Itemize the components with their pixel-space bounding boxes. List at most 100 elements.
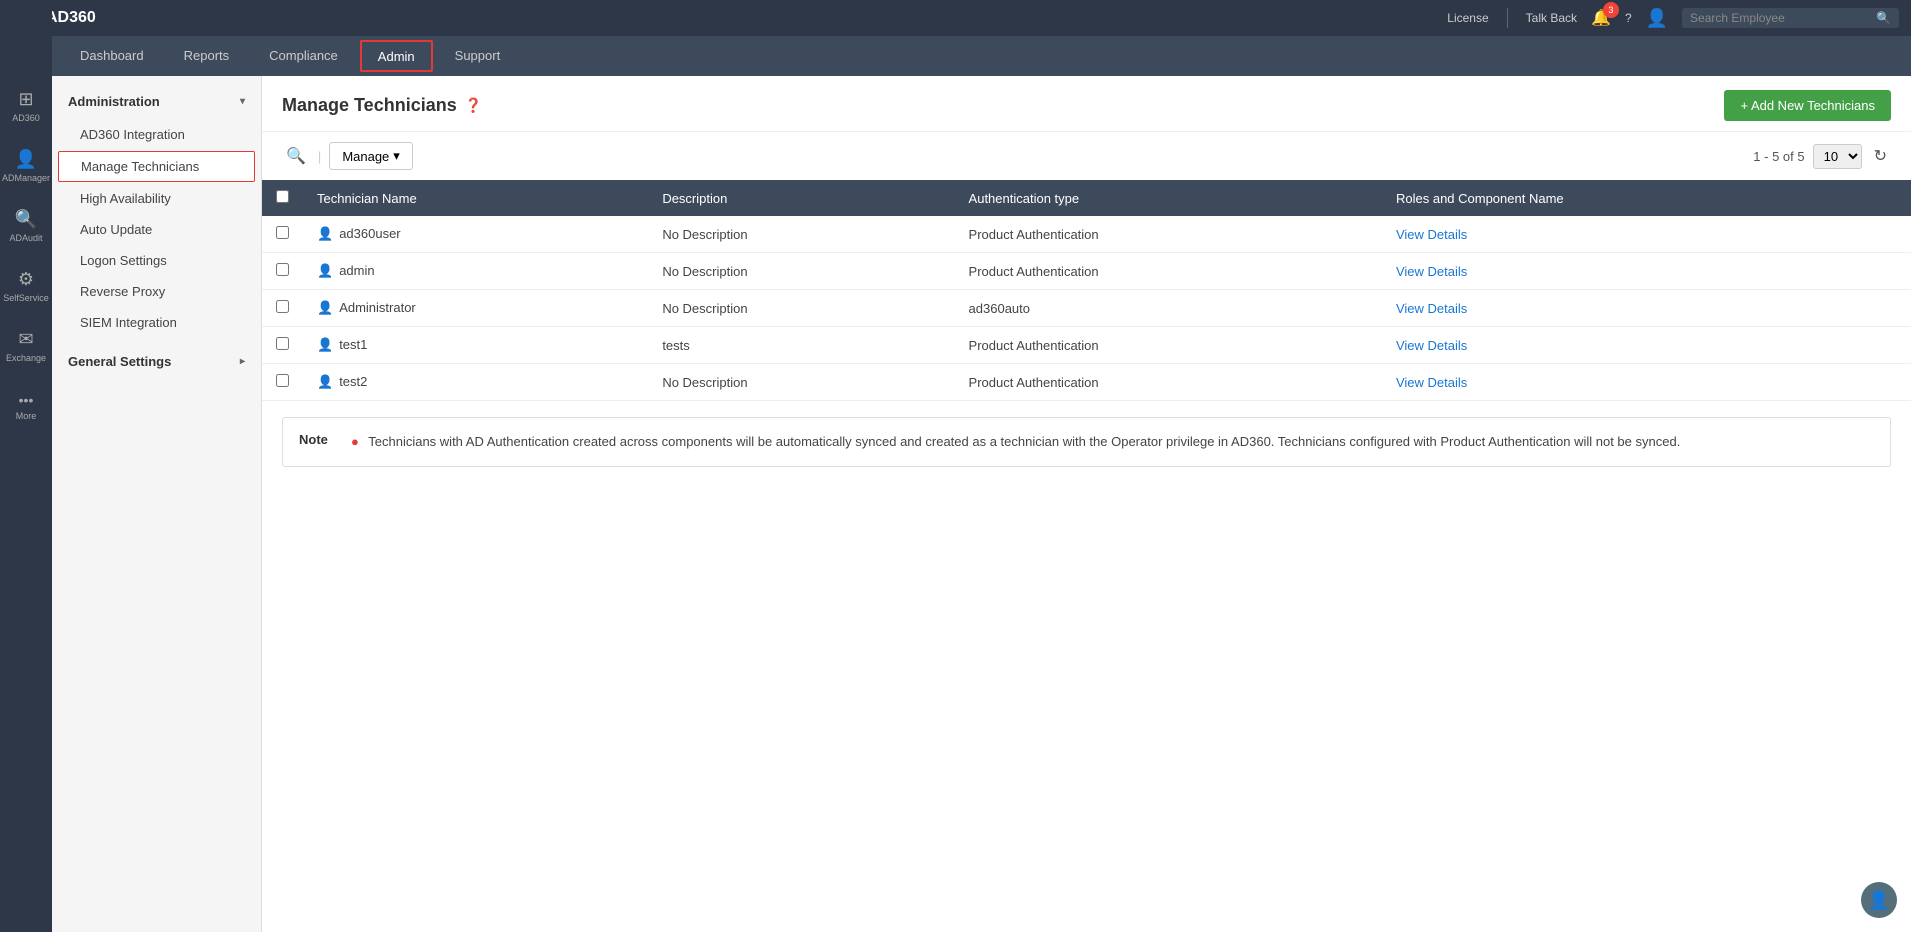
row-view-details[interactable]: View Details <box>1382 216 1911 253</box>
row-checkbox[interactable] <box>276 226 289 239</box>
table-search-button[interactable]: 🔍 <box>282 142 310 170</box>
row-description: No Description <box>648 253 954 290</box>
refresh-button[interactable]: ↻ <box>1870 142 1891 170</box>
technicians-table: Technician Name Description Authenticati… <box>262 180 1911 401</box>
magnify-icon: 🔍 <box>15 209 37 230</box>
row-auth-type: Product Authentication <box>955 327 1382 364</box>
toolbar-left: 🔍 | Manage ▾ <box>282 142 413 170</box>
section-administration[interactable]: Administration ▾ <box>52 84 261 119</box>
sidebar-icons: ⊞ AD360 👤 ADManager 🔍 ADAudit ⚙ SelfServ… <box>0 0 52 932</box>
left-nav-item-logon-settings[interactable]: Logon Settings <box>52 245 261 276</box>
sidebar-icon-label-exchange: Exchange <box>6 353 46 363</box>
sidebar-icon-label-admanager: ADManager <box>2 173 50 183</box>
sidebar-icon-ad360[interactable]: ⊞ AD360 <box>0 76 52 136</box>
view-details-link[interactable]: View Details <box>1396 375 1467 390</box>
left-nav-item-high-availability[interactable]: High Availability <box>52 183 261 214</box>
user-person-icon: 👤 <box>317 263 333 278</box>
left-nav-item-auto-update[interactable]: Auto Update <box>52 214 261 245</box>
grid-icon: ⊞ <box>18 89 33 110</box>
sidebar-icon-label-more: More <box>16 411 37 421</box>
view-details-link[interactable]: View Details <box>1396 227 1467 242</box>
table-row: 👤Administrator No Description ad360auto … <box>262 290 1911 327</box>
user-avatar-icon[interactable]: 👤 <box>1646 8 1668 29</box>
section-general-settings-label: General Settings <box>68 354 171 369</box>
left-nav-item-siem-integration[interactable]: SIEM Integration <box>52 307 261 338</box>
row-checkbox[interactable] <box>276 337 289 350</box>
tab-reports[interactable]: Reports <box>164 36 250 76</box>
topbar: AD360 License Talk Back 🔔 3 ? 👤 🔍 <box>0 0 1911 36</box>
row-description: No Description <box>648 216 954 253</box>
row-view-details[interactable]: View Details <box>1382 253 1911 290</box>
row-description: tests <box>648 327 954 364</box>
select-all-checkbox[interactable] <box>276 190 289 203</box>
view-details-link[interactable]: View Details <box>1396 264 1467 279</box>
sidebar-icon-admanager[interactable]: 👤 ADManager <box>0 136 52 196</box>
sidebar-icon-label-adaudit: ADAudit <box>9 233 42 243</box>
per-page-select[interactable]: 10 25 50 <box>1813 144 1862 169</box>
tab-admin[interactable]: Admin <box>360 40 433 72</box>
gear-icon: ⚙ <box>18 269 34 290</box>
search-box: 🔍 <box>1682 8 1899 28</box>
row-auth-type: Product Authentication <box>955 364 1382 401</box>
note-text: Technicians with AD Authentication creat… <box>368 434 1680 449</box>
row-checkbox[interactable] <box>276 263 289 276</box>
manage-dropdown-button[interactable]: Manage ▾ <box>329 142 413 170</box>
user-person-icon: 👤 <box>317 337 333 352</box>
row-checkbox-cell <box>262 327 303 364</box>
logo-text: AD360 <box>46 9 96 27</box>
left-nav-item-manage-technicians[interactable]: Manage Technicians <box>58 151 255 182</box>
sidebar-icon-selfservice[interactable]: ⚙ SelfService <box>0 256 52 316</box>
user-person-icon: 👤 <box>317 374 333 389</box>
page-title: Manage Technicians <box>282 95 457 116</box>
search-input[interactable] <box>1690 11 1870 25</box>
left-nav-item-reverse-proxy[interactable]: Reverse Proxy <box>52 276 261 307</box>
pagination-info: 1 - 5 of 5 <box>1753 149 1804 164</box>
talkback-link[interactable]: Talk Back <box>1526 11 1577 25</box>
left-nav-item-ad360integration[interactable]: AD360 Integration <box>52 119 261 150</box>
help-circle-icon[interactable]: ❓ <box>465 97 482 114</box>
more-icon: ••• <box>19 392 34 408</box>
search-magnifier-icon: 🔍 <box>1876 11 1891 25</box>
section-general-settings[interactable]: General Settings ▸ <box>52 344 261 379</box>
chevron-right-icon: ▸ <box>240 356 245 367</box>
view-details-link[interactable]: View Details <box>1396 301 1467 316</box>
col-technician-name: Technician Name <box>303 180 648 216</box>
user-person-icon: 👤 <box>317 226 333 241</box>
tab-support[interactable]: Support <box>435 36 521 76</box>
table-row: 👤admin No Description Product Authentica… <box>262 253 1911 290</box>
row-checkbox[interactable] <box>276 374 289 387</box>
dropdown-arrow-icon: ▾ <box>393 148 400 164</box>
table-row: 👤test1 tests Product Authentication View… <box>262 327 1911 364</box>
sidebar-icon-adaudit[interactable]: 🔍 ADAudit <box>0 196 52 256</box>
notification-count: 3 <box>1603 2 1619 18</box>
bottom-user-avatar[interactable]: 👤 <box>1861 882 1897 918</box>
app-layout: Administration ▾ AD360 Integration Manag… <box>52 76 1911 932</box>
view-details-link[interactable]: View Details <box>1396 338 1467 353</box>
row-name: 👤ad360user <box>303 216 648 253</box>
navtabs: Dashboard Reports Compliance Admin Suppo… <box>0 36 1911 76</box>
row-checkbox[interactable] <box>276 300 289 313</box>
add-new-technicians-button[interactable]: + Add New Technicians <box>1724 90 1891 121</box>
help-icon[interactable]: ? <box>1625 11 1632 25</box>
row-name: 👤test1 <box>303 327 648 364</box>
tab-dashboard[interactable]: Dashboard <box>60 36 164 76</box>
section-administration-label: Administration <box>68 94 160 109</box>
row-auth-type: ad360auto <box>955 290 1382 327</box>
row-view-details[interactable]: View Details <box>1382 327 1911 364</box>
manage-label: Manage <box>342 149 389 164</box>
row-name: 👤admin <box>303 253 648 290</box>
row-checkbox-cell <box>262 290 303 327</box>
tab-compliance[interactable]: Compliance <box>249 36 358 76</box>
row-checkbox-cell <box>262 364 303 401</box>
license-link[interactable]: License <box>1447 11 1488 25</box>
row-view-details[interactable]: View Details <box>1382 290 1911 327</box>
person-icon: 👤 <box>15 149 37 170</box>
notification-bell[interactable]: 🔔 3 <box>1591 8 1611 28</box>
row-view-details[interactable]: View Details <box>1382 364 1911 401</box>
row-checkbox-cell <box>262 253 303 290</box>
sidebar-icon-more[interactable]: ••• More <box>0 376 52 436</box>
toolbar: 🔍 | Manage ▾ 1 - 5 of 5 10 25 50 ↻ <box>262 132 1911 180</box>
mail-icon: ✉ <box>18 329 33 350</box>
chevron-down-icon: ▾ <box>240 96 245 107</box>
sidebar-icon-exchange[interactable]: ✉ Exchange <box>0 316 52 376</box>
